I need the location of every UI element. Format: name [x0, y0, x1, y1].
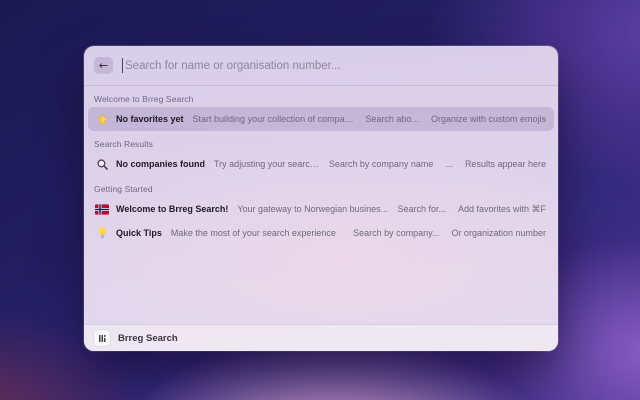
list-item-subtitle: Make the most of your search experience	[170, 228, 336, 238]
lightbulb-icon	[95, 226, 109, 240]
launcher-window: ← Welcome to Brreg Search No favorites y…	[84, 46, 558, 351]
brreg-logo-icon	[94, 330, 110, 346]
list-item-welcome[interactable]: Welcome to Brreg Search! Your gateway to…	[88, 197, 554, 221]
list-item-accessories: Search for... Add favorites with ⌘F	[397, 204, 546, 215]
accessory-text: Search by company...	[353, 228, 440, 238]
accessory-text: Or organization number	[451, 228, 546, 238]
magnifier-icon	[95, 157, 109, 171]
section-header: Search Results	[94, 139, 154, 149]
list-item-subtitle: Start building your collection of compan…	[192, 114, 357, 124]
list-item-subtitle: Your gateway to Norwegian busines...	[237, 204, 389, 214]
results-list: Welcome to Brreg Search No favorites yet…	[84, 86, 558, 324]
accessory-text: Search for...	[397, 204, 446, 214]
text-caret	[122, 58, 123, 73]
list-item-quick-tips[interactable]: Quick Tips Make the most of your search …	[88, 221, 554, 245]
norway-flag-icon	[95, 202, 109, 216]
list-item-subtitle: Try adjusting your search terms	[214, 159, 320, 169]
list-item-title: Quick Tips	[116, 228, 162, 238]
list-item-no-favorites[interactable]: No favorites yet Start building your col…	[88, 107, 554, 131]
section-header: Getting Started	[94, 184, 153, 194]
list-item-no-companies[interactable]: No companies found Try adjusting your se…	[88, 152, 554, 176]
list-item-title: No favorites yet	[116, 114, 184, 124]
list-item-accessories: Search by company... Or organization num…	[353, 228, 546, 238]
accessory-text: ...	[445, 159, 453, 169]
accessory-text: Search abo...	[365, 114, 419, 124]
status-bar: Brreg Search	[84, 324, 558, 351]
section-header: Welcome to Brreg Search	[94, 94, 194, 104]
star-icon	[95, 112, 109, 126]
desktop: { "window": { "search_bar": { "placehold…	[0, 0, 640, 400]
list-item-title: No companies found	[116, 159, 206, 169]
search-input[interactable]	[125, 59, 548, 72]
accessory-text: Add favorites with ⌘F	[457, 203, 546, 214]
list-item-accessories: Search abo... Organize with custom emoji…	[365, 114, 546, 124]
accessory-text: Search by company name	[328, 159, 434, 169]
back-button[interactable]: ←	[94, 57, 113, 74]
arrow-left-icon: ←	[98, 58, 109, 72]
list-item-title: Welcome to Brreg Search!	[116, 204, 229, 214]
accessory-text: Results appear here	[464, 159, 546, 169]
accessory-text: Organize with custom emojis	[430, 114, 546, 124]
search-bar: ←	[84, 46, 558, 86]
list-item-accessories: Search by company name ... Results appea…	[329, 159, 546, 169]
app-name: Brreg Search	[118, 332, 178, 344]
